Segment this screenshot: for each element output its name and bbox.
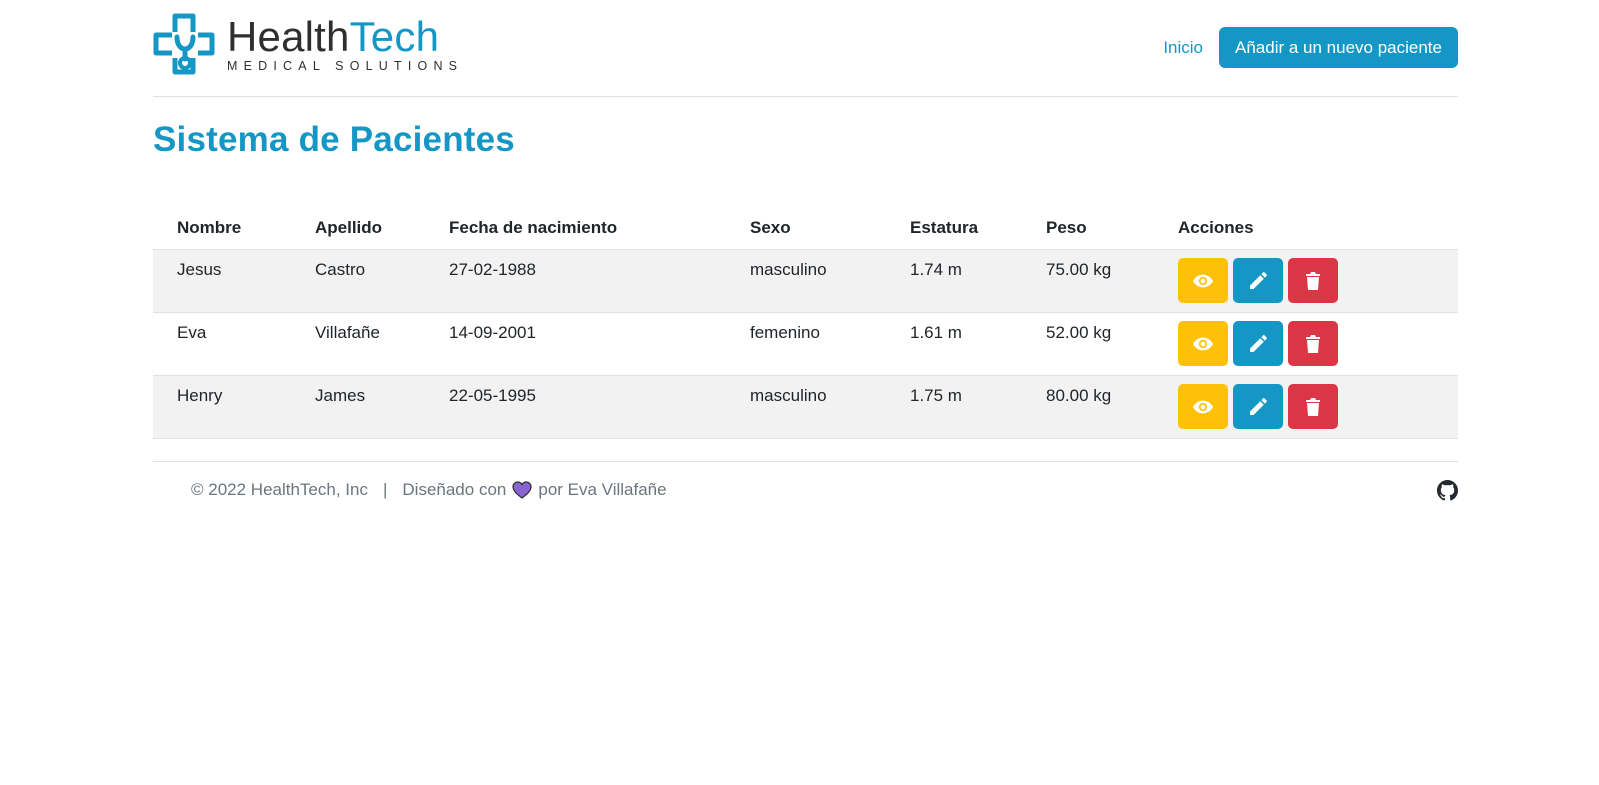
logo-text: HealthTech MEDICAL SOLUTIONS xyxy=(227,15,464,74)
patients-table: Nombre Apellido Fecha de nacimiento Sexo… xyxy=(153,213,1458,439)
cell-apellido: Villafañe xyxy=(291,312,425,376)
column-header-estatura: Estatura xyxy=(886,213,1022,250)
cell-acciones xyxy=(1154,312,1458,376)
page-container: HealthTech MEDICAL SOLUTIONS Inicio Añad… xyxy=(153,0,1458,501)
view-button[interactable] xyxy=(1178,384,1228,429)
cell-sexo: masculino xyxy=(726,249,886,313)
page-title: Sistema de Pacientes xyxy=(153,120,515,159)
cell-peso: 80.00 kg xyxy=(1022,375,1154,439)
edit-button[interactable] xyxy=(1233,384,1283,429)
column-header-sexo: Sexo xyxy=(726,213,886,250)
header: HealthTech MEDICAL SOLUTIONS Inicio Añad… xyxy=(153,0,1458,97)
cell-acciones xyxy=(1154,375,1458,439)
logo-name: HealthTech xyxy=(227,15,463,59)
cell-acciones xyxy=(1154,249,1458,313)
top-nav: Inicio Añadir a un nuevo paciente xyxy=(1163,27,1458,68)
trash-icon xyxy=(1306,397,1320,416)
table-row: Eva Villafañe 14-09-2001 femenino 1.61 m… xyxy=(153,312,1458,376)
nav-link-inicio[interactable]: Inicio xyxy=(1163,38,1203,58)
column-header-peso: Peso xyxy=(1022,213,1154,250)
eye-icon xyxy=(1192,274,1214,287)
eye-icon xyxy=(1192,400,1214,413)
cell-nombre: Jesus xyxy=(153,249,291,313)
delete-button[interactable] xyxy=(1288,321,1338,366)
delete-button[interactable] xyxy=(1288,258,1338,303)
edit-button[interactable] xyxy=(1233,321,1283,366)
trash-icon xyxy=(1306,271,1320,290)
cell-apellido: Castro xyxy=(291,249,425,313)
cell-estatura: 1.74 m xyxy=(886,249,1022,313)
pencil-icon xyxy=(1250,334,1267,352)
row-actions xyxy=(1178,258,1458,303)
cell-fecha: 14-09-2001 xyxy=(425,312,726,376)
cell-sexo: femenino xyxy=(726,312,886,376)
cell-estatura: 1.75 m xyxy=(886,375,1022,439)
github-icon xyxy=(1437,480,1458,501)
column-header-nombre: Nombre xyxy=(153,213,291,250)
heart-icon xyxy=(512,481,532,499)
logo-name-health: Health xyxy=(227,13,350,60)
cell-sexo: masculino xyxy=(726,375,886,439)
cell-nombre: Henry xyxy=(153,375,291,439)
cell-peso: 52.00 kg xyxy=(1022,312,1154,376)
footer-designed-suffix: por Eva Villafañe xyxy=(538,480,667,499)
medical-cross-logo-icon xyxy=(153,13,215,75)
footer-designed-prefix: Diseñado con xyxy=(402,480,507,499)
trash-icon xyxy=(1306,334,1320,353)
cell-nombre: Eva xyxy=(153,312,291,376)
view-button[interactable] xyxy=(1178,258,1228,303)
delete-button[interactable] xyxy=(1288,384,1338,429)
column-header-apellido: Apellido xyxy=(291,213,425,250)
logo-name-tech: Tech xyxy=(349,13,440,60)
cell-fecha: 27-02-1988 xyxy=(425,249,726,313)
column-header-acciones: Acciones xyxy=(1154,213,1458,250)
eye-icon xyxy=(1192,337,1214,350)
pencil-icon xyxy=(1250,271,1267,289)
cell-estatura: 1.61 m xyxy=(886,312,1022,376)
pencil-icon xyxy=(1250,397,1267,415)
patients-table-wrapper: Nombre Apellido Fecha de nacimiento Sexo… xyxy=(153,213,1458,439)
footer: © 2022 HealthTech, Inc | Diseñado con po… xyxy=(153,461,1458,520)
cell-peso: 75.00 kg xyxy=(1022,249,1154,313)
table-row: Henry James 22-05-1995 masculino 1.75 m … xyxy=(153,375,1458,439)
footer-text: © 2022 HealthTech, Inc | Diseñado con po… xyxy=(191,480,667,500)
logo[interactable]: HealthTech MEDICAL SOLUTIONS xyxy=(153,13,463,77)
github-link[interactable] xyxy=(1437,480,1458,506)
edit-button[interactable] xyxy=(1233,258,1283,303)
table-header-row: Nombre Apellido Fecha de nacimiento Sexo… xyxy=(153,213,1458,250)
view-button[interactable] xyxy=(1178,321,1228,366)
footer-separator: | xyxy=(382,480,388,499)
cell-apellido: James xyxy=(291,375,425,439)
row-actions xyxy=(1178,321,1458,366)
footer-copyright: © 2022 HealthTech, Inc xyxy=(191,480,368,499)
table-row: Jesus Castro 27-02-1988 masculino 1.74 m… xyxy=(153,249,1458,313)
column-header-fecha: Fecha de nacimiento xyxy=(425,213,726,250)
logo-tagline: MEDICAL SOLUTIONS xyxy=(227,59,464,73)
row-actions xyxy=(1178,384,1458,429)
add-patient-button[interactable]: Añadir a un nuevo paciente xyxy=(1219,27,1458,68)
cell-fecha: 22-05-1995 xyxy=(425,375,726,439)
